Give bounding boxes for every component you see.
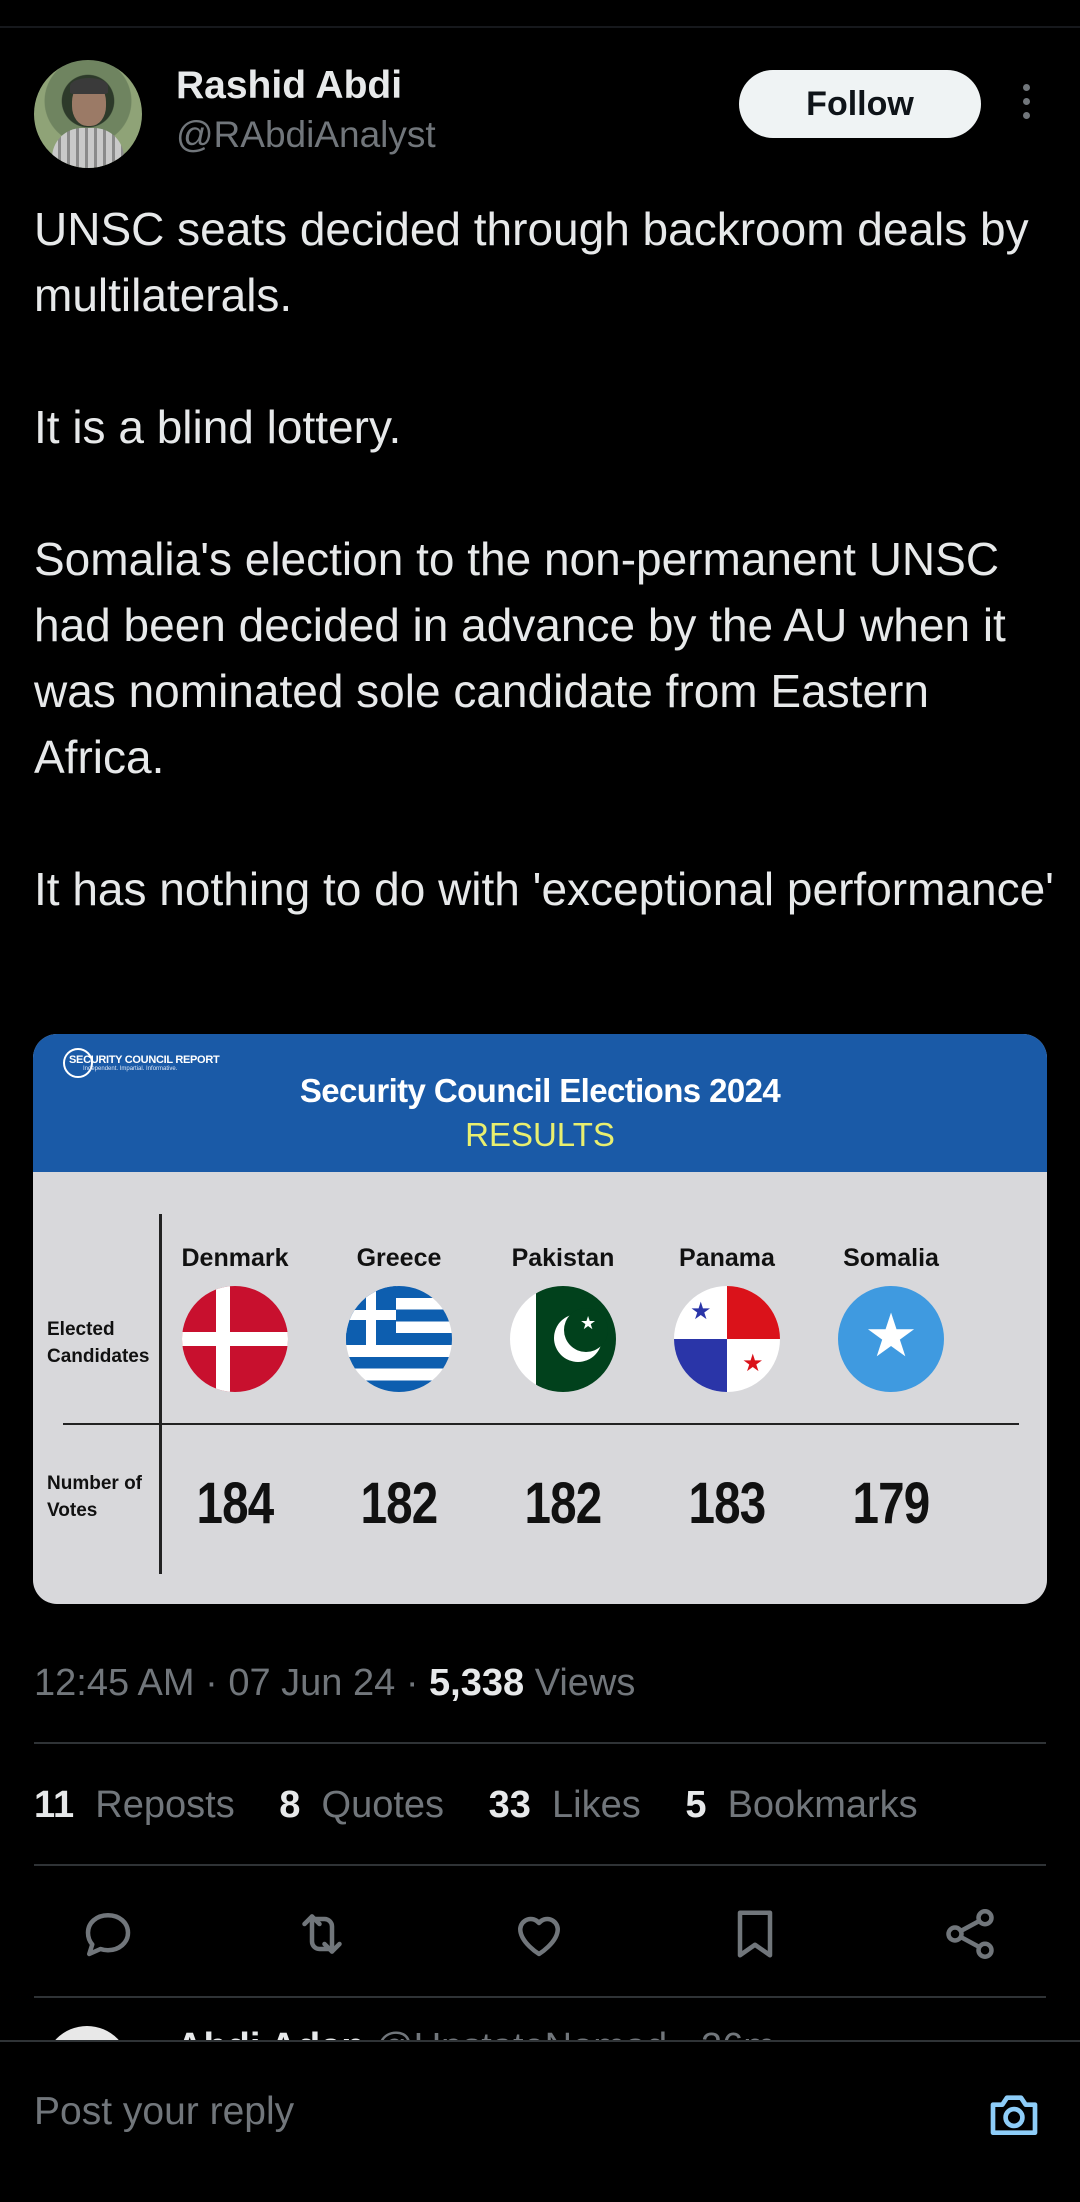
divider [34,1996,1046,1998]
share-icon[interactable] [940,1904,1000,1964]
country-name: Greece [356,1244,442,1272]
next-reply-header: Abdi Adan @UpstateNomad · 36m [176,2026,775,2040]
reply-input[interactable]: Post your reply [34,2090,294,2134]
country-name: Panama [679,1244,775,1272]
quotes-stat[interactable]: 8 Quotes [279,1784,444,1826]
author-name[interactable]: Rashid Abdi [176,64,402,108]
camera-icon[interactable] [986,2086,1042,2142]
tweet-paragraph: Somalia's election to the non-permanent … [34,533,1006,783]
card-header: SECURITY COUNCIL REPORT Independent. Imp… [33,1034,1047,1172]
tweet-text: UNSC seats decided through backroom deal… [34,196,1054,922]
follow-button[interactable]: Follow [739,70,981,138]
vote-count: 179 [852,1471,931,1536]
reply-icon[interactable] [78,1904,138,1964]
panama-flag: ★ ★ [674,1286,780,1392]
country-name: Denmark [181,1244,289,1272]
media-image-card[interactable]: SECURITY COUNCIL REPORT Independent. Imp… [33,1034,1047,1604]
vote-count: 182 [524,1471,603,1536]
next-reply-preview[interactable]: Abdi Adan @UpstateNomad · 36m [0,2010,1080,2040]
vote-count: 183 [688,1471,767,1536]
like-icon[interactable] [509,1904,569,1964]
table-horizontal-rule [63,1423,1019,1425]
views-count: 5,338 [429,1662,525,1704]
tweet-time[interactable]: 12:45 AM [34,1662,195,1704]
likes-stat[interactable]: 33 Likes [489,1784,641,1826]
somalia-flag: ★ [838,1286,944,1392]
country-name: Somalia [843,1244,939,1272]
row-label-elected: Elected Candidates [47,1319,150,1367]
denmark-flag [182,1286,288,1392]
row-label-votes: Number of Votes [47,1473,142,1521]
vote-count: 184 [196,1471,275,1536]
repost-icon[interactable] [292,1904,352,1964]
card-subtitle: RESULTS [465,1116,615,1153]
tweet-paragraph: UNSC seats decided through backroom deal… [34,203,1029,321]
author-handle[interactable]: @RAbdiAnalyst [176,114,436,156]
top-divider [0,26,1080,28]
views-label: Views [534,1662,636,1704]
avatar[interactable] [44,2026,130,2040]
reply-composer: Post your reply [0,2040,1080,2202]
pakistan-flag: ★ [510,1286,616,1392]
greece-flag [346,1286,452,1392]
engagement-stats: 11 Reposts 8 Quotes 33 Likes 5 Bookmarks [34,1784,952,1827]
tweet-meta: 12:45 AM · 07 Jun 24 · 5,338 Views [34,1662,636,1704]
card-title: Security Council Elections 2024 [299,1072,781,1109]
tweet-paragraph: It is a blind lottery. [34,401,402,453]
vote-count: 182 [360,1471,439,1536]
tweet-paragraph: It has nothing to do with 'exceptional p… [34,863,1054,915]
divider [34,1742,1046,1744]
country-name: Pakistan [511,1244,615,1272]
more-icon[interactable] [1012,84,1040,128]
tweet-date[interactable]: 07 Jun 24 [228,1662,395,1704]
reposts-stat[interactable]: 11 Reposts [34,1784,235,1826]
author-avatar[interactable] [34,60,142,168]
bookmarks-stat[interactable]: 5 Bookmarks [685,1784,917,1826]
divider [34,1864,1046,1866]
bookmark-icon[interactable] [725,1904,785,1964]
